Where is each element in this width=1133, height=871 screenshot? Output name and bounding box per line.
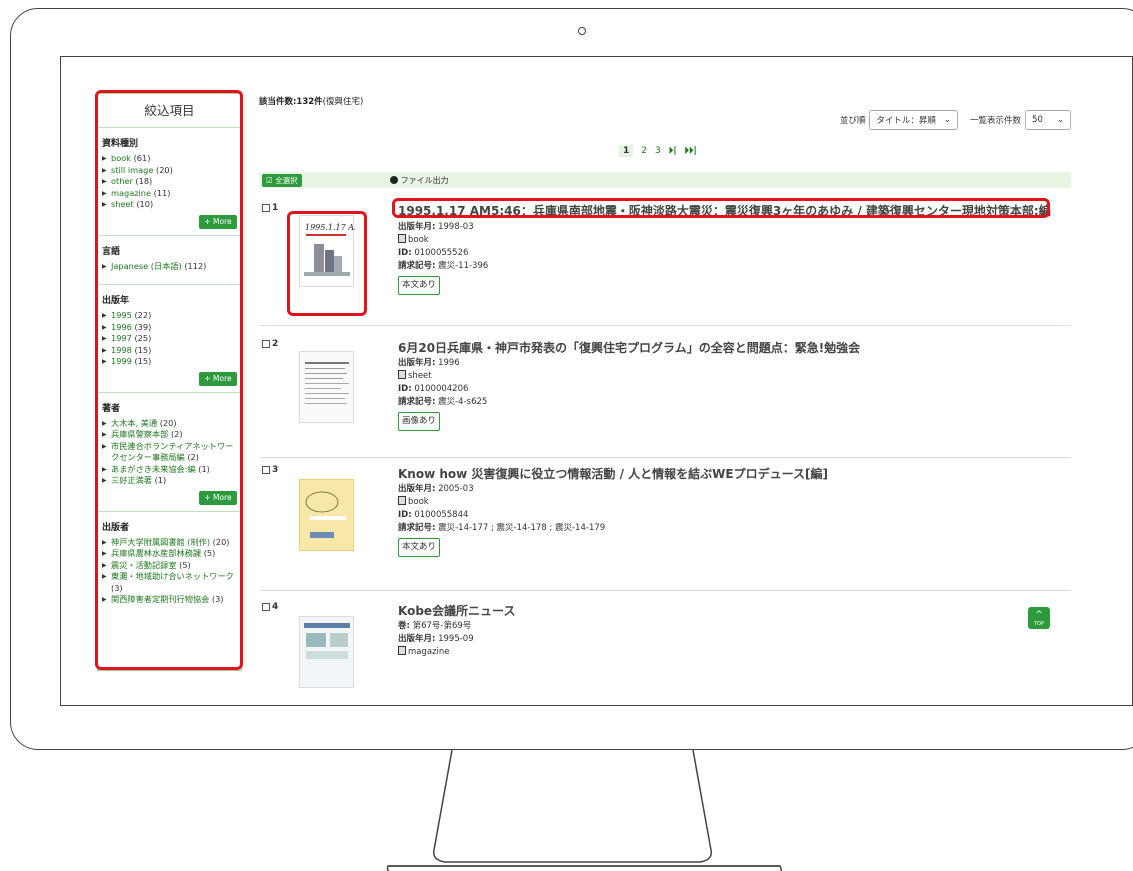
last-page-icon[interactable]: ⏵⏵| [685,146,697,156]
record-checkbox[interactable]: 2 [262,339,278,349]
record-meta: 出版年月: 1996 sheet ID: 0100004206 請求記号: 震災… [398,357,487,431]
fulltext-badge[interactable]: 本文あり [398,276,441,295]
record-thumbnail[interactable] [299,479,354,551]
title-highlight [392,198,1050,218]
hit-count: 該当件数:132件(復興住宅) [259,97,364,107]
per-page-select[interactable]: 50 ⌄ [1025,110,1071,130]
results-toolbar: ☑ 全選択 ファイル出力 [259,172,1071,188]
pagination: 1 2 3 ⏵| ⏵⏵| [619,145,697,157]
record-title[interactable]: Know how 災害復興に役立つ情報活動 / 人と情報を結ぶWEプロデュース[… [398,465,828,482]
record-meta: 出版年月: 1998-03 book ID: 0100055526 請求記号: … [398,221,488,295]
sidebar-highlight [95,90,243,670]
sort-label: 並び順 [839,116,866,126]
page-link[interactable]: 3 [655,146,661,156]
image-badge[interactable]: 画像あり [398,412,441,431]
thumbnail-highlight [287,211,367,316]
file-output-button[interactable]: ファイル出力 [389,175,449,186]
book-icon [398,234,406,243]
record-meta: 巻: 第67号-第69号 出版年月: 1995-09 magazine [398,621,474,657]
record-checkbox[interactable]: 1 [262,203,278,213]
page-current[interactable]: 1 [619,145,634,157]
chevron-up-icon: ^ [1035,610,1043,620]
per-page-label: 一覧表示件数 [970,116,1022,126]
camera-icon [578,27,586,35]
chevron-down-icon: ⌄ [943,115,952,125]
record-thumbnail[interactable] [299,351,354,423]
record-meta: 出版年月: 2005-03 book ID: 0100055844 請求記号: … [398,483,605,557]
record-checkbox[interactable]: 3 [262,465,278,475]
book-cover-image [305,491,346,538]
back-to-top-button[interactable]: ^ TOP [1028,607,1050,629]
screen: 絞込項目 資料種別 book (61) still image (20) oth… [60,56,1133,706]
sort-select[interactable]: タイトル：昇順 ⌄ [869,110,959,130]
sheet-icon [398,370,406,379]
record-checkbox[interactable]: 4 [262,602,278,612]
page-link[interactable]: 2 [641,146,647,156]
fulltext-badge[interactable]: 本文あり [398,538,441,557]
sort-controls: 並び順 タイトル：昇順 ⌄ 一覧表示件数 50 ⌄ [840,110,1071,130]
results-main: 該当件数:132件(復興住宅) 並び順 タイトル：昇順 ⌄ 一覧表示件数 50 ⌄ … [259,93,1071,693]
document-image [305,362,349,404]
select-all-button[interactable]: ☑ 全選択 [262,173,302,187]
magazine-icon [398,646,406,655]
check-icon: ☑ [266,175,276,185]
download-icon [389,176,398,184]
book-icon [398,496,406,505]
record-title[interactable]: Kobe会議所ニュース [398,602,515,619]
magazine-cover-image [304,623,350,659]
chevron-down-icon: ⌄ [1056,115,1064,125]
record-title[interactable]: 6月20日兵庫県・神戸市発表の「復興住宅プログラム」の全容と問題点：緊急!勉強会 [398,339,860,356]
record-thumbnail[interactable] [299,616,354,688]
next-page-icon[interactable]: ⏵| [669,146,677,156]
